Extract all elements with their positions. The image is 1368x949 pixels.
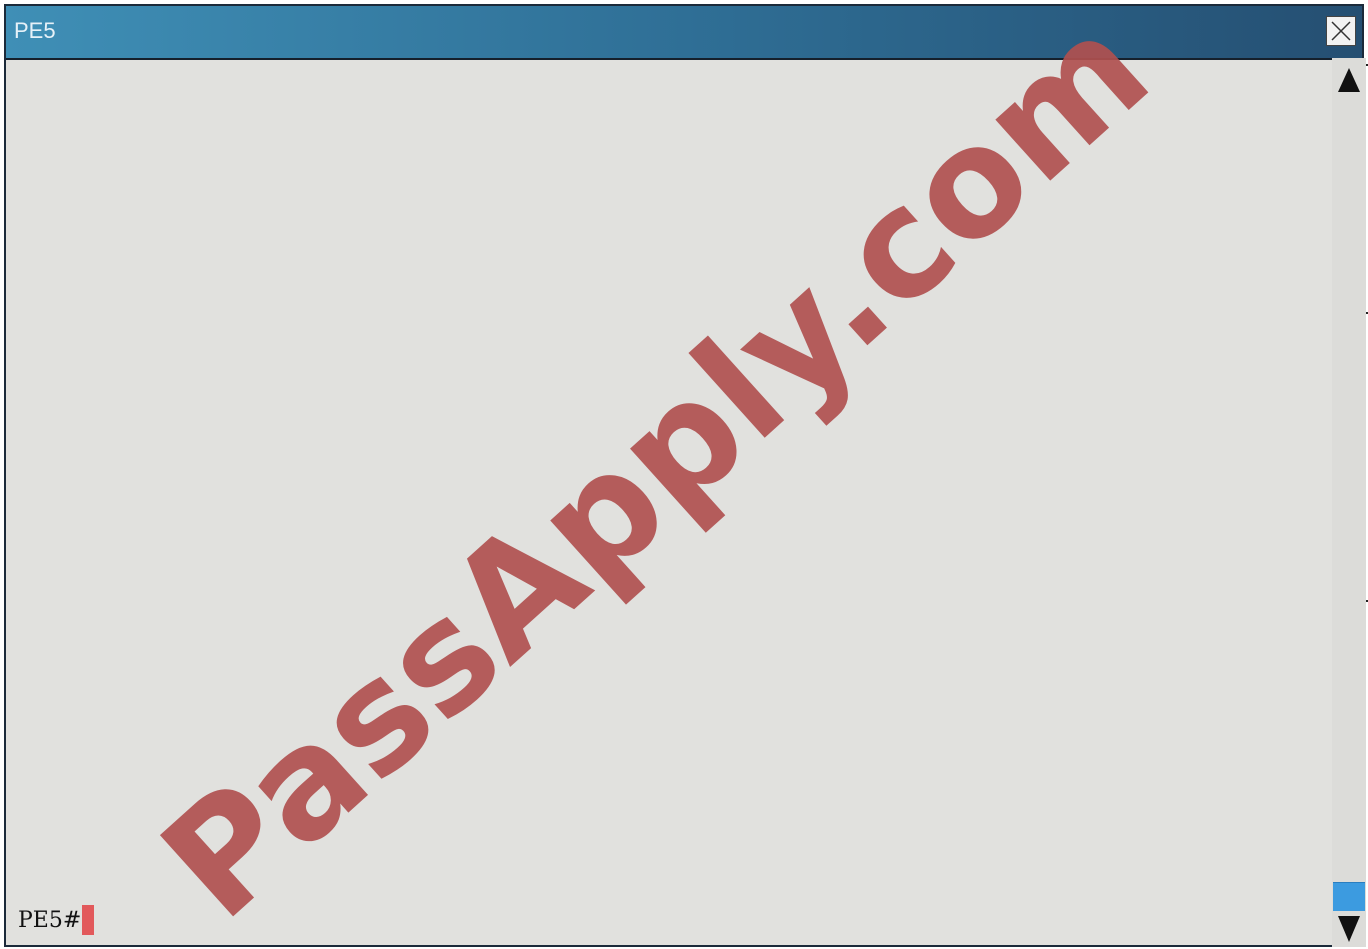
triangle-up-icon bbox=[1338, 68, 1360, 92]
close-button[interactable] bbox=[1326, 16, 1356, 46]
window-title: PE5 bbox=[14, 18, 56, 43]
close-icon bbox=[1331, 21, 1351, 41]
terminal-console[interactable]: PE5# bbox=[6, 60, 1326, 945]
scroll-up-button[interactable] bbox=[1332, 62, 1366, 98]
prompt-text: PE5# bbox=[18, 907, 82, 933]
command-prompt-line[interactable]: PE5# bbox=[18, 905, 95, 935]
scroll-thumb[interactable] bbox=[1333, 882, 1365, 911]
text-cursor bbox=[82, 905, 95, 935]
triangle-down-icon bbox=[1338, 916, 1360, 942]
scroll-down-button[interactable] bbox=[1332, 911, 1366, 947]
terminal-window: PE5 PE5# bbox=[4, 4, 1364, 947]
vertical-scrollbar[interactable] bbox=[1332, 58, 1366, 947]
title-bar[interactable]: PE5 bbox=[6, 6, 1362, 60]
